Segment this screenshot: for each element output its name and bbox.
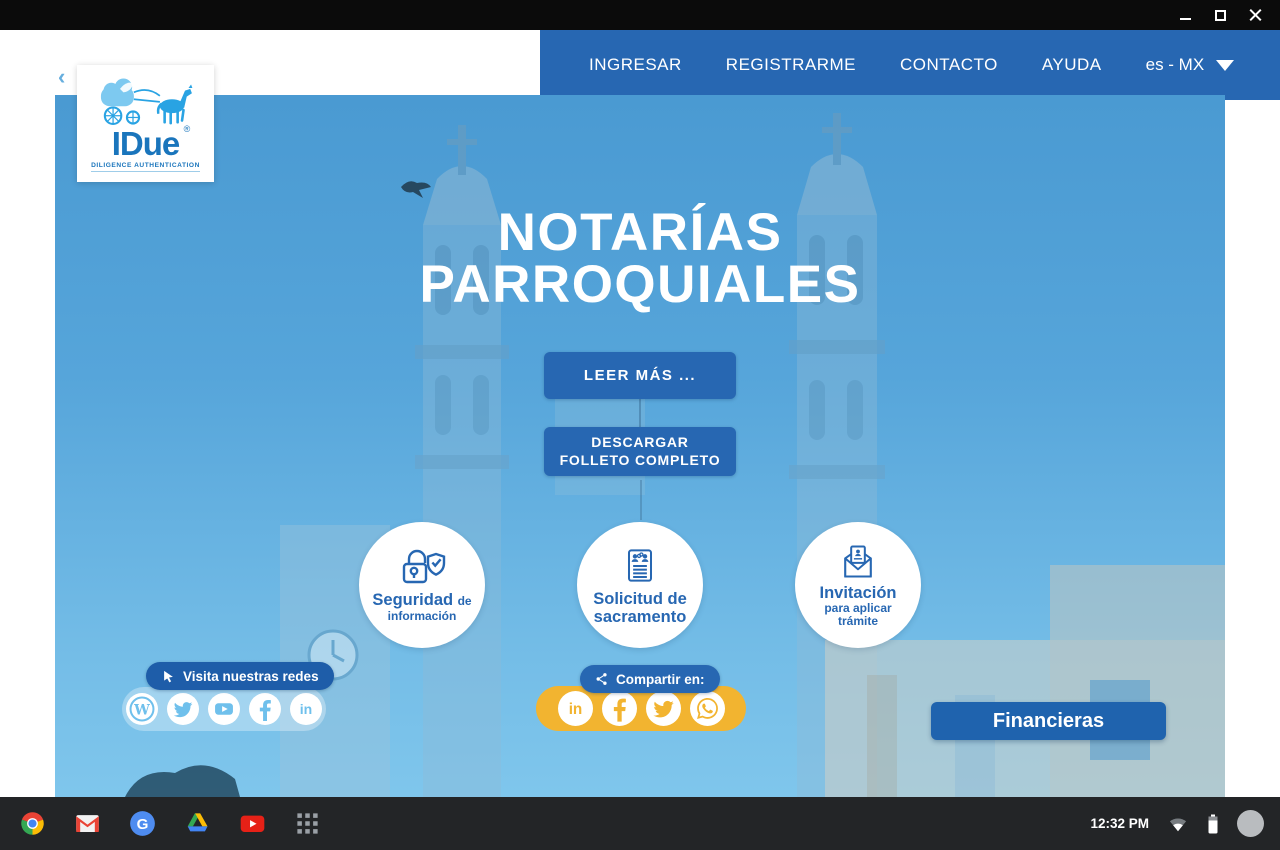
wordpress-icon[interactable]: W bbox=[126, 693, 158, 725]
feature-label-line2: sacramento bbox=[594, 609, 687, 626]
close-icon[interactable] bbox=[1249, 9, 1262, 22]
share-text: Compartir en: bbox=[616, 672, 705, 687]
wifi-icon bbox=[1167, 815, 1189, 833]
whatsapp-icon[interactable] bbox=[690, 691, 725, 726]
twitter-icon[interactable] bbox=[646, 691, 681, 726]
registered-mark: ® bbox=[184, 125, 190, 133]
feature-label-line2: información bbox=[388, 610, 457, 623]
svg-text:G: G bbox=[137, 816, 149, 833]
shelf-apps: G bbox=[0, 810, 321, 837]
twitter-icon[interactable] bbox=[167, 693, 199, 725]
feature-label: Invitación bbox=[819, 585, 896, 602]
financieras-button[interactable]: Financieras bbox=[931, 702, 1166, 740]
nav-item-ayuda[interactable]: AYUDA bbox=[1042, 55, 1102, 75]
language-value: es - MX bbox=[1146, 55, 1205, 75]
download-brochure-button[interactable]: DESCARGAR FOLLETO COMPLETO bbox=[544, 427, 736, 476]
maximize-icon[interactable] bbox=[1214, 9, 1227, 22]
brand-tagline: DILIGENCE AUTHENTICATION bbox=[91, 162, 200, 172]
page-title-line1: NOTARÍAS bbox=[55, 207, 1225, 259]
user-avatar[interactable] bbox=[1237, 810, 1264, 837]
feature-label-line3: trámite bbox=[838, 615, 878, 628]
youtube-icon[interactable] bbox=[239, 810, 266, 837]
gmail-icon[interactable] bbox=[74, 810, 101, 837]
language-selector[interactable]: es - MX bbox=[1146, 55, 1235, 75]
feature-label-small: de bbox=[458, 594, 472, 608]
window-titlebar bbox=[0, 0, 1280, 30]
linkedin-icon[interactable]: in bbox=[290, 693, 322, 725]
feature-label: Solicitud de bbox=[593, 591, 687, 608]
feature-solicitud[interactable]: Solicitud de sacramento bbox=[577, 522, 703, 648]
visit-social-label: Visita nuestras redes bbox=[146, 662, 334, 690]
svg-text:in: in bbox=[300, 701, 312, 717]
cursor-icon bbox=[161, 669, 176, 684]
brand-name: IDue ® bbox=[112, 129, 180, 159]
visit-social-bar: W in bbox=[122, 687, 326, 731]
page-title: NOTARÍAS PARROQUIALES bbox=[55, 207, 1225, 312]
horse-carriage-icon bbox=[94, 73, 198, 129]
minimize-icon[interactable] bbox=[1179, 9, 1192, 22]
read-more-button[interactable]: LEER MÁS ... bbox=[544, 352, 736, 399]
lock-shield-icon bbox=[397, 547, 447, 589]
download-line1: DESCARGAR bbox=[591, 434, 688, 450]
facebook-icon[interactable] bbox=[249, 693, 281, 725]
nav-item-contacto[interactable]: CONTACTO bbox=[900, 55, 998, 75]
nav-item-ingresar[interactable]: INGRESAR bbox=[589, 55, 682, 75]
app-launcher-icon[interactable] bbox=[294, 810, 321, 837]
sacrament-document-icon bbox=[618, 544, 662, 588]
chromeos-shelf: G 12:32 PM bbox=[0, 797, 1280, 850]
share-icon bbox=[595, 672, 609, 686]
share-label: Compartir en: bbox=[580, 665, 720, 693]
battery-icon bbox=[1207, 814, 1219, 834]
youtube-icon[interactable] bbox=[208, 693, 240, 725]
chevron-down-icon bbox=[1216, 60, 1234, 71]
feature-invitacion[interactable]: Invitación para aplicar trámite bbox=[795, 522, 921, 648]
main-navbar: INGRESAR REGISTRARME CONTACTO AYUDA es -… bbox=[540, 30, 1280, 100]
visit-social-text: Visita nuestras redes bbox=[183, 669, 319, 684]
feature-seguridad[interactable]: Seguridad de información bbox=[359, 522, 485, 648]
brand-text: IDue bbox=[112, 125, 180, 162]
download-line2: FOLLETO COMPLETO bbox=[560, 452, 721, 468]
svg-text:W: W bbox=[133, 702, 150, 718]
facebook-icon[interactable] bbox=[602, 691, 637, 726]
clock: 12:32 PM bbox=[1090, 816, 1149, 831]
page-content: INGRESAR REGISTRARME CONTACTO AYUDA es -… bbox=[0, 30, 1280, 797]
linkedin-icon[interactable]: in bbox=[558, 691, 593, 726]
brand-logo[interactable]: IDue ® DILIGENCE AUTHENTICATION bbox=[77, 65, 214, 182]
page-title-line2: PARROQUIALES bbox=[55, 259, 1225, 311]
chrome-icon[interactable] bbox=[19, 810, 46, 837]
drive-icon[interactable] bbox=[184, 810, 211, 837]
hero-banner: NOTARÍAS PARROQUIALES LEER MÁS ... DESCA… bbox=[55, 95, 1225, 797]
feature-label: Seguridad bbox=[372, 591, 453, 609]
nav-item-registrarme[interactable]: REGISTRARME bbox=[726, 55, 856, 75]
google-icon[interactable]: G bbox=[129, 810, 156, 837]
svg-text:in: in bbox=[568, 701, 582, 718]
invitation-envelope-icon bbox=[836, 542, 880, 582]
chromeos-screen: INGRESAR REGISTRARME CONTACTO AYUDA es -… bbox=[0, 0, 1280, 850]
status-tray[interactable]: 12:32 PM bbox=[1090, 810, 1280, 837]
chevron-left-icon[interactable]: ‹ bbox=[58, 66, 65, 88]
